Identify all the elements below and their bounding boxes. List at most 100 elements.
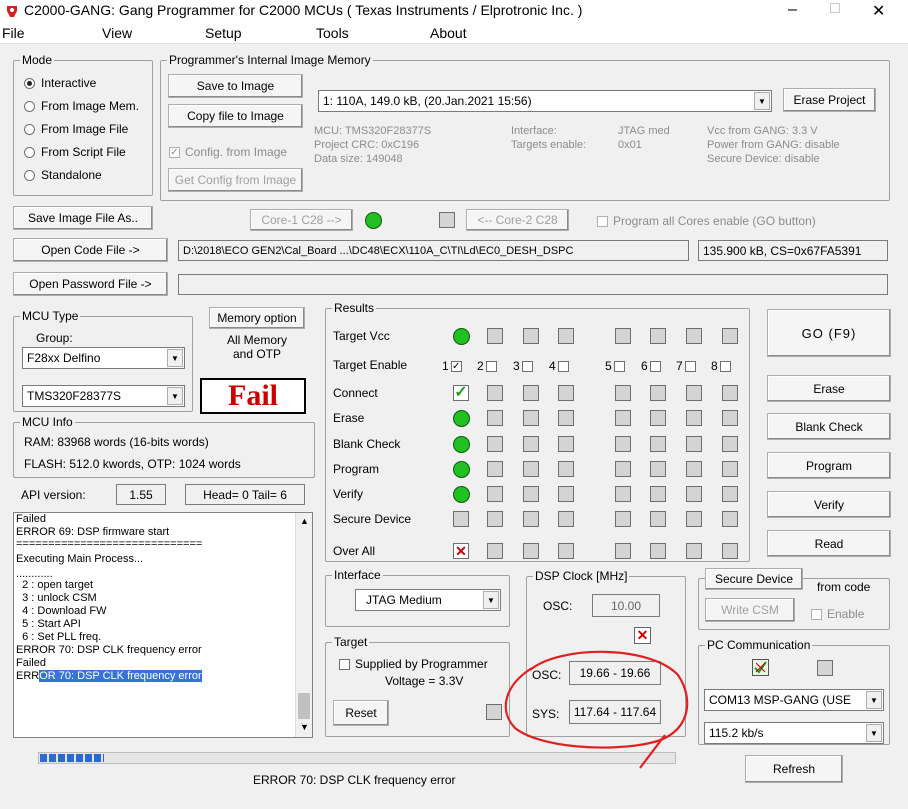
program-button[interactable]: Program	[767, 452, 891, 479]
target-enable-checkbox[interactable]: 6	[641, 359, 666, 373]
status-idle-led	[558, 436, 574, 452]
status-ok-led	[453, 328, 470, 345]
status-idle-led	[487, 511, 503, 527]
write-csm-button[interactable]: Write CSM	[705, 598, 795, 622]
mcu-flash-info: FLASH: 512.0 kwords, OTP: 1024 words	[24, 457, 241, 471]
log-line: 5 : Start API	[16, 618, 81, 630]
log-line: 3 : unlock CSM	[16, 592, 97, 604]
mode-script-file-radio[interactable]: From Script File	[24, 145, 126, 159]
status-idle-led	[686, 410, 702, 426]
status-idle-led	[722, 461, 738, 477]
config-from-image-checkbox[interactable]: ✓ Config. from Image	[169, 145, 287, 159]
open-password-file-button[interactable]: Open Password File ->	[13, 272, 168, 296]
target-enable-checkbox[interactable]: 7	[676, 359, 701, 373]
get-config-button[interactable]: Get Config from Image	[168, 168, 303, 192]
target-enable-checkbox[interactable]: 4	[549, 359, 574, 373]
status-idle-led	[523, 543, 539, 559]
progress-fill	[40, 754, 104, 762]
mode-standalone-radio[interactable]: Standalone	[24, 168, 102, 182]
read-button[interactable]: Read	[767, 530, 891, 557]
status-check-icon: ✓	[453, 384, 469, 401]
pc-communication-legend: PC Communication	[705, 638, 813, 652]
erase-button[interactable]: Erase	[767, 375, 891, 402]
log-scrollbar[interactable]: ▲ ▼	[295, 513, 312, 737]
menu-view[interactable]: View	[102, 25, 132, 41]
status-idle-led	[686, 436, 702, 452]
close-button[interactable]: ✕	[872, 1, 885, 21]
status-idle-led	[615, 436, 631, 452]
target-voltage: Voltage = 3.3V	[385, 674, 464, 688]
status-idle-led	[615, 385, 631, 401]
results-row-label: Erase	[333, 411, 365, 425]
core2-button[interactable]: <-- Core-2 C28	[466, 209, 569, 231]
memory-option-button[interactable]: Memory option	[209, 307, 305, 329]
status-idle-led	[487, 410, 503, 426]
erase-project-button[interactable]: Erase Project	[783, 88, 876, 112]
baud-rate-select[interactable]: 115.2 kb/s ▼	[704, 722, 884, 744]
code-file-path: D:\2018\ECO GEN2\Cal_Board ...\DC48\ECX\…	[178, 240, 689, 261]
mode-legend: Mode	[20, 53, 55, 67]
copy-file-to-image-button[interactable]: Copy file to Image	[168, 104, 303, 128]
dsp-clock-legend: DSP Clock [MHz]	[533, 569, 630, 583]
target-enable-checkbox[interactable]: 2	[477, 359, 502, 373]
mode-image-mem-radio[interactable]: From Image Mem.	[24, 99, 139, 113]
mcu-device-select[interactable]: TMS320F28377S ▼	[22, 385, 185, 407]
status-idle-led	[650, 511, 666, 527]
target-enable-checkbox[interactable]: 8	[711, 359, 736, 373]
log-line: ERROR 70: DSP CLK frequency error	[16, 644, 202, 656]
status-idle-led	[487, 436, 503, 452]
status-idle-led	[523, 410, 539, 426]
mode-image-file-radio[interactable]: From Image File	[24, 122, 128, 136]
status-idle-led	[523, 461, 539, 477]
scroll-thumb[interactable]	[298, 693, 310, 719]
osc-input[interactable]: 10.00	[592, 594, 660, 617]
target-enable-checkbox[interactable]: 1 ✓	[442, 359, 467, 373]
mcu-ram-info: RAM: 83968 words (16-bits words)	[24, 435, 209, 449]
status-idle-led	[615, 410, 631, 426]
scroll-down-icon[interactable]: ▼	[300, 721, 309, 734]
mcu-group-select[interactable]: F28xx Delfino ▼	[22, 347, 185, 369]
status-idle-led	[722, 410, 738, 426]
log-output[interactable]: Failed ERROR 69: DSP firmware start ====…	[13, 512, 313, 738]
open-code-file-button[interactable]: Open Code File ->	[13, 238, 168, 262]
status-idle-led	[487, 461, 503, 477]
status-idle-led	[650, 385, 666, 401]
status-idle-led	[650, 410, 666, 426]
status-idle-led	[558, 543, 574, 559]
image-select[interactable]: 1: 110A, 149.0 kB, (20.Jan.2021 15:56) ▼	[318, 90, 772, 112]
reset-button[interactable]: Reset	[333, 700, 389, 726]
menu-setup[interactable]: Setup	[205, 25, 242, 41]
log-line: 4 : Download FW	[16, 605, 107, 617]
menu-about[interactable]: About	[430, 25, 467, 41]
menu-file[interactable]: File	[2, 25, 25, 41]
secure-device-button[interactable]: Secure Device	[705, 568, 803, 590]
scroll-up-icon[interactable]: ▲	[300, 515, 309, 528]
blank-check-button[interactable]: Blank Check	[767, 413, 891, 440]
results-row-label: Verify	[333, 487, 364, 501]
menu-tools[interactable]: Tools	[316, 25, 349, 41]
secure-enable-checkbox[interactable]: Enable	[811, 607, 864, 621]
status-idle-led	[558, 385, 574, 401]
core1-button[interactable]: Core-1 C28 -->	[250, 209, 353, 231]
status-idle-led	[453, 511, 469, 527]
com-port-select[interactable]: COM13 MSP-GANG (USE ▼	[704, 689, 884, 711]
save-image-file-button[interactable]: Save Image File As..	[13, 206, 153, 230]
status-idle-led	[722, 328, 738, 344]
maximize-button[interactable]: □	[830, 0, 840, 18]
mode-interactive-radio[interactable]: Interactive	[24, 76, 96, 90]
image-memory-legend: Programmer's Internal Image Memory	[167, 53, 373, 67]
supplied-by-programmer-checkbox[interactable]: Supplied by Programmer	[339, 657, 488, 671]
status-fail-icon: ✕	[453, 543, 469, 559]
save-to-image-button[interactable]: Save to Image	[168, 74, 303, 98]
verify-button[interactable]: Verify	[767, 491, 891, 518]
api-version-label: API version:	[21, 488, 86, 502]
minimize-button[interactable]: –	[788, 1, 797, 19]
refresh-button[interactable]: Refresh	[745, 755, 843, 783]
target-enable-checkbox[interactable]: 5	[605, 359, 630, 373]
program-all-cores-checkbox[interactable]: Program all Cores enable (GO button)	[597, 214, 816, 228]
target-enable-checkbox[interactable]: 3	[513, 359, 538, 373]
interface-select[interactable]: JTAG Medium ▼	[355, 589, 501, 611]
go-button[interactable]: GO (F9)	[767, 309, 891, 357]
status-idle-led	[487, 543, 503, 559]
status-idle-led	[487, 385, 503, 401]
